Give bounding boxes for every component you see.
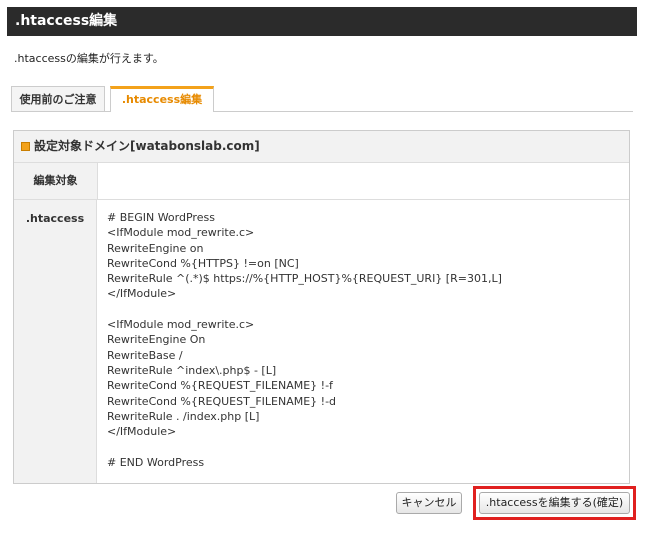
edit-target-label: 編集対象: [14, 163, 98, 200]
cancel-button[interactable]: キャンセル: [396, 492, 462, 514]
target-domain-heading: 設定対象ドメイン[watabonslab.com]: [34, 139, 260, 153]
panel-header: 設定対象ドメイン[watabonslab.com]: [14, 131, 629, 163]
htaccess-label: .htaccess: [14, 200, 97, 483]
page-description: .htaccessの編集が行えます。: [14, 52, 164, 65]
tab-htaccess-edit[interactable]: .htaccess編集: [110, 86, 214, 112]
tab-usage-notes[interactable]: 使用前のご注意: [11, 86, 105, 111]
tab-bar: 使用前のご注意 .htaccess編集: [11, 86, 633, 112]
htaccess-editor[interactable]: # BEGIN WordPress <IfModule mod_rewrite.…: [98, 200, 629, 483]
orange-square-icon: [21, 142, 30, 151]
confirm-edit-button[interactable]: .htaccessを編集する(確定): [479, 492, 630, 514]
edit-target-value: [98, 163, 629, 200]
page-title: .htaccess編集: [7, 7, 637, 36]
settings-panel: 設定対象ドメイン[watabonslab.com] 編集対象 .htaccess…: [13, 130, 630, 484]
